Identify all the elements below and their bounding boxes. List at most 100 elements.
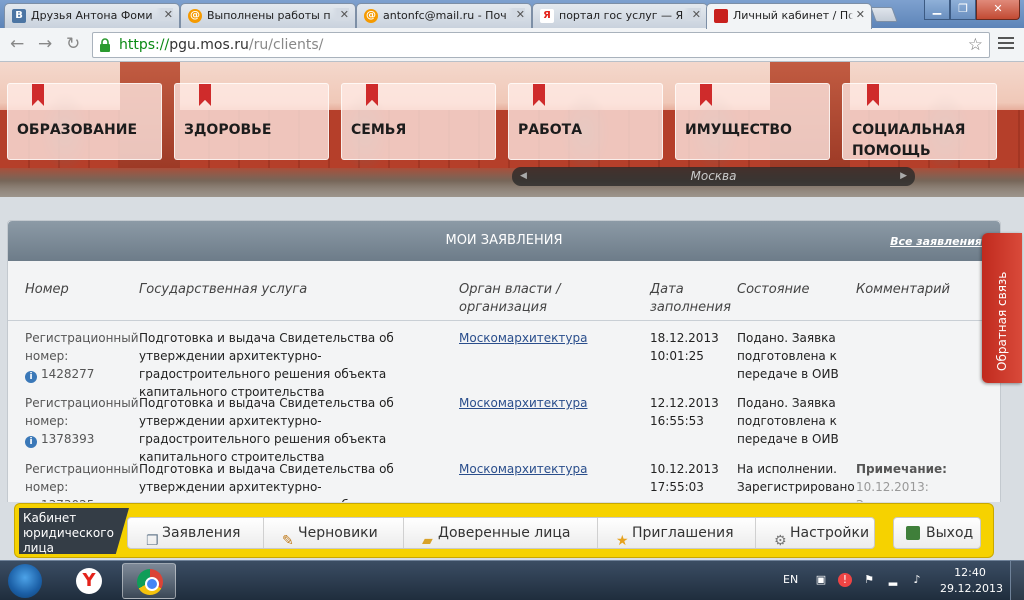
status-cell: На исполнении. Зарегистрировано	[737, 462, 855, 494]
back-arrow-icon[interactable]: ←	[10, 34, 24, 54]
reload-icon[interactable]: ↻	[66, 34, 80, 54]
col-comment: Комментарий	[856, 282, 950, 297]
city-label: Москва	[690, 169, 737, 183]
cabinet-menu-trusted[interactable]: ▰ Доверенные лица	[404, 518, 598, 549]
lock-icon	[100, 38, 110, 52]
language-indicator[interactable]: EN	[783, 573, 798, 586]
col-date: Дата заполнения	[650, 282, 731, 315]
yandex-icon: Я	[540, 9, 554, 23]
arrow-right-icon[interactable]: ▶	[900, 167, 907, 186]
panel-title: МОИ ЗАЯВЛЕНИЯ	[8, 221, 1000, 261]
chrome-icon	[137, 569, 163, 595]
cabinet-menu-applications[interactable]: ❐ Заявления	[128, 518, 264, 549]
category-social-help[interactable]: СОЦИАЛЬНАЯ ПОМОЩЬ	[842, 83, 997, 160]
vk-icon: B	[12, 9, 26, 23]
org-link[interactable]: Москомархитектура	[459, 460, 588, 478]
table-row: Регистрационный номер: i 1428277 Подготов…	[8, 329, 1000, 399]
minimize-button[interactable]: ▁	[924, 0, 950, 20]
clock-time: 12:40	[954, 566, 986, 579]
category-work[interactable]: РАБОТА	[508, 83, 663, 160]
service-cell: Подготовка и выдача Свидетельства об утв…	[139, 462, 394, 502]
browser-tab-mail-2[interactable]: @ antonfc@mail.ru - Поч ✕	[356, 3, 532, 28]
windows-start-icon[interactable]	[8, 564, 42, 598]
arrow-left-icon[interactable]: ◀	[520, 167, 527, 186]
kremlin-banner: ОБРАЗОВАНИЕ ЗДОРОВЬЕ СЕМЬЯ РАБОТА ИМУЩЕС…	[0, 62, 1024, 197]
bookmark-flag-icon	[366, 84, 378, 106]
volume-icon[interactable]: ♪	[910, 573, 924, 587]
new-tab-button[interactable]	[870, 7, 898, 22]
cabinet-label: Кабинет юридического лица	[19, 508, 129, 554]
cabinet-menu-invitations[interactable]: ★ Приглашения	[598, 518, 756, 549]
feedback-tab[interactable]: Обратная связь	[982, 233, 1022, 383]
windows-taskbar: Y EN ▣ ! ⚑ ▂ ♪ 12:40 29.12.2013	[0, 560, 1024, 600]
table-row: Регистрационный номер: i 1378393 Подготов…	[8, 394, 1000, 464]
taskbar-chrome[interactable]	[122, 563, 176, 599]
exit-button[interactable]: Выход	[893, 517, 981, 549]
browser-tab-mail-1[interactable]: @ Выполнены работы п ✕	[180, 3, 356, 28]
bookmark-star-icon[interactable]: ☆	[968, 35, 983, 55]
date-cell: 10.12.2013 17:55:03	[650, 462, 719, 494]
table-header: Номер Государственная услуга Орган власт…	[8, 261, 1000, 321]
chrome-menu-icon[interactable]	[998, 37, 1014, 52]
action-center-icon[interactable]: ⚑	[862, 573, 876, 587]
browser-tab-vk[interactable]: B Друзья Антона Фоми ✕	[4, 3, 180, 28]
tab-title: Друзья Антона Фоми	[31, 9, 153, 22]
comment-cell: Примечание: 10.12.2013: Зарегистрирована	[856, 462, 974, 502]
moscow-emblem-icon	[714, 9, 728, 23]
reg-number-cell: Регистрационный номер: i 1428277	[25, 331, 139, 383]
tab-title: портал гос услуг — Я	[559, 9, 684, 22]
forward-arrow-icon[interactable]: →	[38, 34, 52, 54]
date-cell: 12.12.2013 16:55:53	[650, 396, 719, 428]
cabinet-menu: ❐ Заявления ✎ Черновики ▰ Доверенные лиц…	[127, 517, 875, 549]
close-icon[interactable]: ✕	[507, 8, 525, 21]
close-icon[interactable]: ✕	[847, 8, 865, 21]
tab-title: Личный кабинет / По	[733, 9, 855, 22]
col-org: Орган власти / организация	[459, 282, 561, 315]
category-education[interactable]: ОБРАЗОВАНИЕ	[7, 83, 162, 160]
show-desktop-button[interactable]	[1010, 561, 1024, 600]
service-cell: Подготовка и выдача Свидетельства об утв…	[139, 396, 394, 464]
cabinet-bar: Кабинет юридического лица ❐ Заявления ✎ …	[14, 503, 994, 558]
close-icon[interactable]: ✕	[155, 8, 173, 21]
all-applications-link[interactable]: Все заявления	[890, 235, 982, 248]
address-bar[interactable]: https://pgu.mos.ru/ru/clients/ ☆	[92, 32, 990, 58]
taskbar-yandex-browser[interactable]: Y	[62, 563, 116, 599]
reg-number-cell: Регистрационный номер: i1373025	[25, 460, 139, 502]
system-clock[interactable]: 12:40 29.12.2013	[940, 565, 1003, 597]
category-property[interactable]: ИМУЩЕСТВО	[675, 83, 830, 160]
cabinet-menu-settings[interactable]: ⚙ Настройки	[756, 518, 874, 549]
browser-toolbar: ← → ↻ https://pgu.mos.ru/ru/clients/ ☆	[0, 28, 1024, 62]
yandex-browser-icon: Y	[76, 568, 102, 594]
url-host: pgu.mos.ru	[169, 37, 249, 53]
reg-number-cell: Регистрационный номер: i 1378393	[25, 396, 139, 448]
clock-date: 29.12.2013	[940, 582, 1003, 595]
page-content: ОБРАЗОВАНИЕ ЗДОРОВЬЕ СЕМЬЯ РАБОТА ИМУЩЕС…	[0, 62, 1024, 502]
category-family[interactable]: СЕМЬЯ	[341, 83, 496, 160]
table-row: Регистрационный номер: i1373025 Подготов…	[8, 460, 1000, 502]
gear-icon: ⚙	[774, 533, 787, 549]
clipboard-icon[interactable]: ▣	[814, 573, 828, 587]
bookmark-flag-icon	[199, 84, 211, 106]
bookmark-flag-icon	[533, 84, 545, 106]
url-path: /ru/clients/	[248, 37, 324, 53]
close-icon[interactable]: ✕	[683, 8, 701, 21]
category-health[interactable]: ЗДОРОВЬЕ	[174, 83, 329, 160]
browser-tab-cabinet[interactable]: Личный кабинет / По ✕	[706, 3, 872, 29]
documents-icon: ❐	[146, 533, 159, 549]
network-signal-icon[interactable]: ▂	[886, 573, 900, 587]
star-icon: ★	[616, 533, 629, 549]
alert-icon[interactable]: !	[838, 573, 852, 587]
org-link[interactable]: Москомархитектура	[459, 394, 588, 412]
browser-tab-yandex[interactable]: Я портал гос услуг — Я ✕	[532, 3, 708, 28]
close-icon[interactable]: ✕	[331, 8, 349, 21]
org-link[interactable]: Москомархитектура	[459, 329, 588, 347]
cabinet-menu-drafts[interactable]: ✎ Черновики	[264, 518, 404, 549]
maximize-button[interactable]: ❐	[950, 0, 976, 20]
status-cell: Подано. Заявка подготовлена к передаче в…	[737, 331, 839, 381]
applications-panel: МОИ ЗАЯВЛЕНИЯ Все заявления Номер Госуда…	[7, 220, 1001, 502]
window-close-button[interactable]: ✕	[976, 0, 1020, 20]
mail-ru-icon: @	[188, 9, 202, 23]
city-scroller[interactable]: ◀ Москва ▶	[512, 167, 915, 186]
info-icon[interactable]: i	[25, 371, 37, 383]
info-icon[interactable]: i	[25, 436, 37, 448]
